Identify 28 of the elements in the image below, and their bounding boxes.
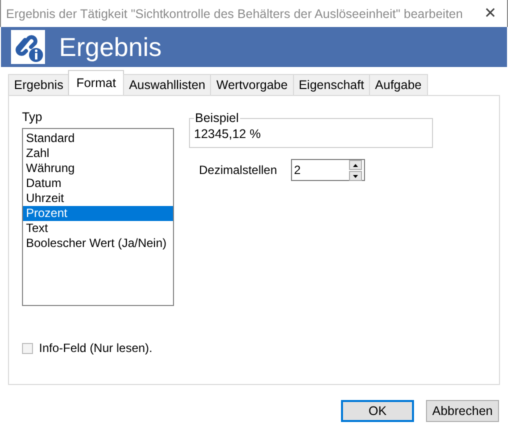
list-label: Typ xyxy=(22,110,44,124)
tab[interactable]: Aufgabe xyxy=(369,74,428,95)
decimals-spinner[interactable]: 2 xyxy=(291,159,366,181)
dialog-button[interactable]: Abbrechen xyxy=(426,400,499,422)
tab[interactable]: Eigenschaft xyxy=(292,74,370,95)
tab[interactable]: Ergebnis xyxy=(8,74,70,95)
field-label: Dezimalstellen xyxy=(199,163,278,177)
tab[interactable]: Auswahllisten xyxy=(122,74,212,95)
link-info-icon xyxy=(11,30,45,64)
checkbox-label: Info-Feld (Nur lesen). xyxy=(39,341,152,355)
list-item[interactable]: Datum xyxy=(23,176,173,191)
close-icon[interactable]: ✕ xyxy=(484,6,497,21)
list-item[interactable]: Text xyxy=(23,221,173,236)
example-value: 12345,12 % xyxy=(194,127,261,141)
list-item[interactable]: Zahl xyxy=(23,146,173,161)
tab[interactable]: Format xyxy=(68,70,124,95)
group-label: Beispiel xyxy=(194,111,240,125)
window-title: Ergebnis der Tätigkeit "Sichtkontrolle des Behälters der Auslöseeinheit" bearbeiten xyxy=(6,6,464,20)
tab[interactable]: Wertvorgabe xyxy=(210,74,294,95)
banner-title: Ergebnis xyxy=(59,32,162,62)
checkbox[interactable] xyxy=(22,342,33,354)
type-list[interactable]: Standard Zahl Währung Datum Uhrzeit Prozent Text Boolescher Wert (Ja/Nein) xyxy=(22,128,174,306)
dialog-button[interactable]: OK xyxy=(341,400,414,422)
list-item[interactable]: Prozent xyxy=(23,206,173,221)
list-item[interactable]: Standard xyxy=(23,131,173,146)
list-item[interactable]: Boolescher Wert (Ja/Nein) xyxy=(23,236,173,251)
list-item[interactable]: Währung xyxy=(23,161,173,176)
list-item[interactable]: Uhrzeit xyxy=(23,191,173,206)
